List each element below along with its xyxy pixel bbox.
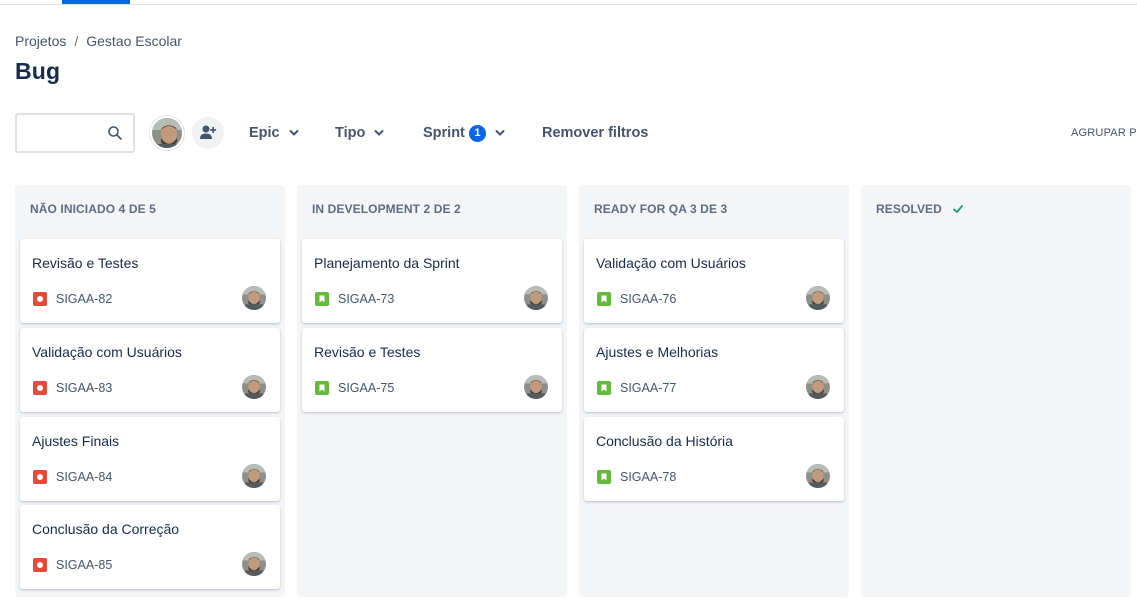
column-title: READY FOR QA 3 DE 3 [594, 202, 728, 216]
card-summary: Revisão e Testes [314, 344, 421, 360]
bug-type-icon [33, 292, 47, 306]
avatar-photo-icon [806, 286, 830, 310]
assignee-avatar[interactable] [524, 286, 548, 310]
bug-type-icon [33, 381, 47, 395]
search-input[interactable] [15, 113, 135, 153]
breadcrumb-projects-link[interactable]: Projetos [15, 33, 66, 49]
epic-filter-label: Epic [249, 125, 280, 141]
assignee-avatar[interactable] [806, 375, 830, 399]
breadcrumb-project-link[interactable]: Gestao Escolar [86, 33, 182, 49]
column-header: RESOLVED [876, 202, 964, 216]
card-key[interactable]: SIGAA-84 [56, 470, 112, 484]
remove-filters-button[interactable]: Remover filtros [542, 121, 648, 145]
avatar-photo-icon [242, 552, 266, 576]
column-title: IN DEVELOPMENT 2 DE 2 [312, 202, 461, 216]
card-key[interactable]: SIGAA-82 [56, 292, 112, 306]
filter-toolbar: Epic Tipo Sprint 1 Remover filtros AGRUP… [15, 113, 1137, 153]
assignee-avatar[interactable] [242, 375, 266, 399]
issue-card[interactable]: Conclusão da Correção SIGAA-85 [20, 505, 280, 589]
assignee-avatar[interactable] [524, 375, 548, 399]
story-type-icon [597, 470, 611, 484]
avatar-photo-icon [242, 464, 266, 488]
epic-filter-button[interactable]: Epic [249, 121, 300, 145]
story-type-icon [315, 381, 329, 395]
card-key[interactable]: SIGAA-76 [620, 292, 676, 306]
chevron-down-icon [374, 130, 384, 136]
page-title: Bug [15, 58, 61, 84]
chevron-down-icon [289, 130, 299, 136]
avatar-photo-icon [242, 286, 266, 310]
card-summary: Conclusão da História [596, 433, 733, 449]
tipo-filter-button[interactable]: Tipo [335, 121, 385, 145]
avatar-photo-icon [242, 375, 266, 399]
board-column-nao-iniciado: NÃO INICIADO 4 DE 5 Revisão e Testes SIG… [15, 185, 285, 597]
remove-filters-label: Remover filtros [542, 125, 649, 141]
issue-card[interactable]: Planejamento da Sprint SIGAA-73 [302, 239, 562, 323]
issue-card[interactable]: Conclusão da História SIGAA-78 [584, 417, 844, 501]
sprint-filter-label: Sprint [423, 125, 465, 141]
card-key[interactable]: SIGAA-77 [620, 381, 676, 395]
user-avatar-filter[interactable] [150, 116, 184, 150]
tipo-filter-label: Tipo [335, 125, 366, 141]
column-header: IN DEVELOPMENT 2 DE 2 [312, 202, 461, 216]
column-title: RESOLVED [876, 202, 942, 216]
card-summary: Validação com Usuários [32, 344, 182, 360]
avatar-photo-icon [152, 118, 182, 148]
chevron-down-icon [495, 130, 505, 136]
avatar-photo-icon [806, 375, 830, 399]
avatar-photo-icon [524, 375, 548, 399]
avatar-photo-icon [524, 286, 548, 310]
issue-card[interactable]: Validação com Usuários SIGAA-76 [584, 239, 844, 323]
column-header: NÃO INICIADO 4 DE 5 [30, 202, 156, 216]
issue-card[interactable]: Revisão e Testes SIGAA-82 [20, 239, 280, 323]
card-summary: Validação com Usuários [596, 255, 746, 271]
add-people-button[interactable] [192, 117, 224, 149]
card-summary: Ajustes e Melhorias [596, 344, 719, 360]
issue-card[interactable]: Ajustes Finais SIGAA-84 [20, 417, 280, 501]
card-key[interactable]: SIGAA-78 [620, 470, 676, 484]
sprint-count-badge: 1 [468, 124, 486, 142]
column-title: NÃO INICIADO 4 DE 5 [30, 202, 156, 216]
board-column-ready-for-qa: READY FOR QA 3 DE 3 Validação com Usuári… [579, 185, 849, 597]
bug-type-icon [33, 558, 47, 572]
board-column-resolved: RESOLVED [861, 185, 1131, 597]
assignee-avatar[interactable] [242, 286, 266, 310]
search-icon [108, 126, 122, 140]
card-summary: Revisão e Testes [32, 255, 139, 271]
bug-type-icon [33, 470, 47, 484]
card-key[interactable]: SIGAA-85 [56, 558, 112, 572]
sprint-filter-button[interactable]: Sprint 1 [423, 121, 506, 145]
assignee-avatar[interactable] [242, 552, 266, 576]
top-nav-bar [0, 0, 1137, 5]
story-type-icon [315, 292, 329, 306]
group-by-button[interactable]: AGRUPAR PO [1071, 127, 1137, 139]
active-tab-indicator [62, 0, 130, 4]
column-header: READY FOR QA 3 DE 3 [594, 202, 727, 216]
story-type-icon [597, 292, 611, 306]
story-type-icon [597, 381, 611, 395]
issue-card[interactable]: Ajustes e Melhorias SIGAA-77 [584, 328, 844, 412]
breadcrumb: Projetos / Gestao Escolar [15, 33, 182, 49]
card-summary: Planejamento da Sprint [314, 255, 460, 271]
breadcrumb-separator: / [74, 33, 79, 49]
card-key[interactable]: SIGAA-75 [338, 381, 394, 395]
board-column-in-development: IN DEVELOPMENT 2 DE 2 Planejamento da Sp… [297, 185, 567, 597]
card-key[interactable]: SIGAA-83 [56, 381, 112, 395]
card-summary: Conclusão da Correção [32, 521, 180, 537]
card-key[interactable]: SIGAA-73 [338, 292, 394, 306]
card-summary: Ajustes Finais [32, 433, 120, 449]
issue-card[interactable]: Revisão e Testes SIGAA-75 [302, 328, 562, 412]
assignee-avatar[interactable] [806, 286, 830, 310]
assignee-avatar[interactable] [806, 464, 830, 488]
issue-card[interactable]: Validação com Usuários SIGAA-83 [20, 328, 280, 412]
add-user-icon [200, 125, 217, 139]
check-icon [953, 205, 963, 213]
assignee-avatar[interactable] [242, 464, 266, 488]
avatar-photo-icon [806, 464, 830, 488]
